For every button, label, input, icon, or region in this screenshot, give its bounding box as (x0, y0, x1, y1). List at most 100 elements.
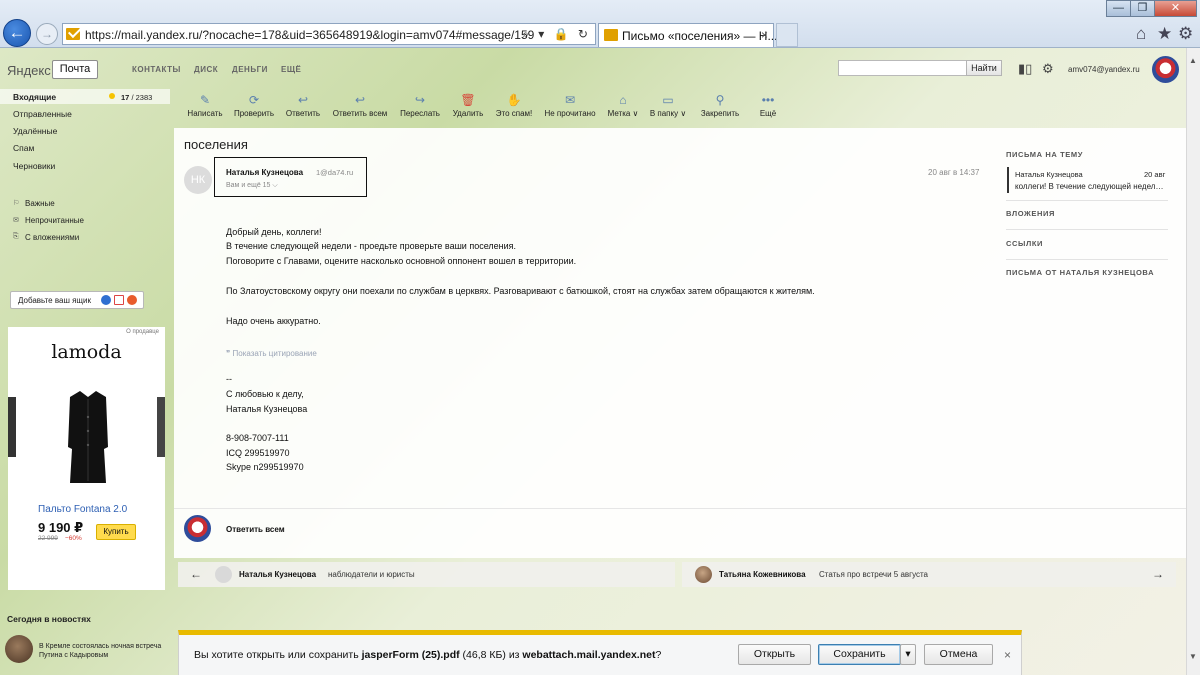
ad-buy-button[interactable]: Купить (96, 524, 136, 540)
tab-title: Письмо «поселения» — Н... (622, 29, 778, 43)
folder-inbox[interactable]: Входящие (13, 92, 56, 102)
signature-line: Наталья Кузнецова (226, 404, 308, 414)
attachment-icon: ⎘ (13, 233, 19, 240)
add-mailbox-button[interactable]: Добавьте ваш ящик (10, 291, 144, 309)
label-unread[interactable]: Непрочитанные (25, 216, 84, 225)
scroll-up-icon[interactable]: ▲ (1189, 56, 1197, 65)
recipients-toggle[interactable]: Вам и ещё 15 ⌵ (226, 182, 278, 190)
arrow-right-icon: → (1152, 567, 1164, 581)
attachments-heading[interactable]: ВЛОЖЕНИЯ (1006, 209, 1055, 218)
lamoda-ad[interactable]: О продавце lamoda ‹ › Пальто Fontana 2.0… (8, 327, 165, 590)
thread-sender[interactable]: Наталья Кузнецова (1015, 170, 1083, 179)
prev-sender-avatar (215, 566, 232, 583)
save-file-button[interactable]: Сохранить (818, 644, 901, 665)
mail-provider-icon (101, 295, 111, 305)
next-sender-avatar (695, 566, 712, 583)
browser-tab-active[interactable]: Письмо «поселения» — Н... × (598, 23, 778, 47)
menu-more[interactable]: ЕЩЁ (281, 65, 301, 74)
menu-contacts[interactable]: КОНТАКТЫ (132, 65, 181, 74)
mail-service-tab[interactable]: Почта (52, 60, 98, 79)
show-quote-label: Показать цитирование (232, 349, 317, 358)
links-heading[interactable]: ССЫЛКИ (1006, 239, 1043, 248)
next-subject: Статья про встречи 5 августа (819, 570, 929, 579)
thread-snippet[interactable]: коллеги! В течение следующей недели - пр… (1015, 182, 1165, 191)
signature-skype: Skype n299519970 (226, 462, 304, 472)
folder-deleted[interactable]: Удалённые (13, 126, 57, 136)
body-line: Поговорите с Главами, оцените насколько … (226, 256, 577, 266)
gmail-icon (114, 295, 124, 305)
coat-partial-image (8, 397, 16, 457)
thread-date: 20 авг (1144, 170, 1166, 179)
news-heading: Сегодня в новостях (7, 614, 91, 624)
provider-icon (127, 295, 137, 305)
save-options-dropdown-icon[interactable]: ▾ (900, 644, 916, 665)
unread-counter[interactable]: 17 / 2383 (121, 93, 152, 102)
divider (1006, 259, 1168, 260)
window-minimize-button[interactable]: — (1106, 0, 1131, 17)
address-bar[interactable]: https://mail.yandex.ru/?nocache=178&uid=… (62, 23, 596, 45)
thread-selected-bar (1007, 167, 1009, 193)
reply-avatar (184, 515, 211, 542)
user-email[interactable]: amv074@yandex.ru (1068, 65, 1140, 74)
toolbar-more-button[interactable]: ••• Ещё (733, 93, 803, 118)
folder-sent[interactable]: Отправленные (13, 109, 72, 119)
sender-name[interactable]: Наталья Кузнецова (226, 168, 303, 177)
settings-gear-icon[interactable]: ⚙ (1042, 61, 1054, 77)
news-item-link[interactable]: В Кремле состоялась ночная встреча Путин… (39, 642, 165, 660)
divider (1006, 229, 1168, 230)
address-controls[interactable]: ⌕ ▾ 🔒 ↻ (522, 27, 591, 42)
next-message-link[interactable]: Татьяна Кожевникова Статья про встречи 5… (682, 562, 1176, 587)
news-thumbnail[interactable] (5, 635, 33, 663)
add-mailbox-label: Добавьте ваш ящик (18, 296, 91, 305)
signature-phone: 8-908-7007-111 (226, 433, 289, 443)
prev-sender-name: Наталья Кузнецова (239, 570, 317, 579)
mail-search-input[interactable] (838, 60, 968, 76)
ad-seller-link[interactable]: О продавце (126, 329, 159, 335)
reply-all-link[interactable]: Ответить всем (226, 525, 285, 534)
folder-spam[interactable]: Спам (13, 143, 34, 153)
body-line: По Златоустовскому округу они поехали по… (226, 286, 815, 296)
download-text: ? (655, 649, 662, 661)
back-arrow-icon[interactable]: ← (3, 19, 31, 47)
home-icon[interactable]: ⌂ (1136, 24, 1146, 44)
cancel-download-button[interactable]: Отмена (924, 644, 993, 665)
sender-avatar[interactable]: НК (184, 166, 212, 194)
window-maximize-button[interactable]: ❐ (1130, 0, 1155, 17)
prev-subject: наблюдатели и юристы (328, 570, 415, 579)
favorites-star-icon[interactable]: ★ (1157, 24, 1172, 44)
show-quote-link[interactable]: ❞ Показать цитирование (226, 349, 317, 358)
ad-product-name[interactable]: Пальто Fontana 2.0 (38, 504, 127, 515)
page-scrollbar[interactable]: ▲ ▼ (1186, 48, 1200, 675)
yandex-logo[interactable]: Яндекс (7, 63, 51, 78)
coat-product-image[interactable] (64, 387, 112, 487)
menu-money[interactable]: ДЕНЬГИ (232, 65, 268, 74)
message-date: 20 авг в 14:37 (928, 168, 980, 177)
from-sender-heading[interactable]: ПИСЬМА ОТ НАТАЛЬЯ КУЗНЕЦОВА (1006, 268, 1154, 277)
layout-toggle-icon[interactable]: ▮▯ (1018, 61, 1032, 77)
scroll-down-icon[interactable]: ▼ (1189, 652, 1197, 661)
important-flag-icon: ⚐ (13, 200, 20, 207)
ad-price: 9 190 ₽ (38, 520, 84, 535)
label-with-attachments[interactable]: С вложениями (25, 233, 79, 242)
tools-gear-icon[interactable]: ⚙ (1178, 24, 1193, 44)
window-close-button[interactable]: ✕ (1154, 0, 1197, 17)
new-tab-button[interactable] (776, 23, 798, 47)
prev-message-link[interactable]: ← Наталья Кузнецова наблюдатели и юристы (178, 562, 675, 587)
menu-disk[interactable]: ДИСК (194, 65, 218, 74)
sender-email[interactable]: 1@da74.ru (316, 168, 353, 177)
message-subject: поселения (184, 137, 248, 152)
close-download-bar-icon[interactable]: × (1004, 648, 1011, 662)
user-avatar[interactable] (1152, 56, 1179, 83)
label-important[interactable]: Важные (25, 199, 55, 208)
body-line: Добрый день, коллеги! (226, 227, 322, 237)
forward-arrow-icon[interactable]: → (36, 23, 58, 45)
folder-drafts[interactable]: Черновики (13, 161, 55, 171)
divider (174, 508, 1186, 509)
search-button[interactable]: Найти (966, 60, 1002, 76)
address-url[interactable]: https://mail.yandex.ru/?nocache=178&uid=… (85, 28, 535, 42)
open-file-button[interactable]: Открыть (738, 644, 811, 665)
download-question: Вы хотите открыть или сохранить jasperFo… (194, 649, 661, 661)
divider (1006, 200, 1168, 201)
tab-close-icon[interactable]: × (761, 28, 768, 42)
unread-dot-icon (109, 93, 115, 99)
